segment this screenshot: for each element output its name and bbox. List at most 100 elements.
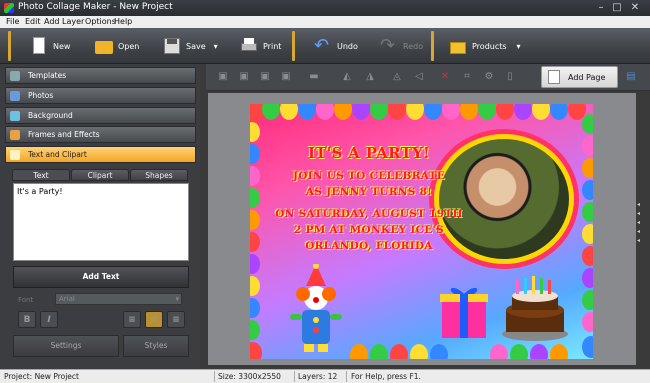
text-input[interactable]: It's a Party! [13,183,189,261]
balloon [582,136,593,156]
status-divider [214,371,215,382]
card-line[interactable]: ORLANDO, FLORIDA [264,240,474,252]
card-title[interactable]: IT'S A PARTY! [264,144,474,162]
clown-clipart[interactable] [286,264,346,354]
font-label: Font [18,296,34,304]
balloon [388,104,406,120]
settings-button[interactable]: Settings [13,335,119,357]
undo-button[interactable]: ↶ Undo [314,32,358,60]
balloon [532,104,550,120]
collage-page[interactable]: IT'S A PARTY! JOIN US TO CELEBRATE AS JE… [250,104,593,359]
tab-clipart[interactable]: Clipart [71,169,129,181]
align-right-button[interactable]: ≡ [167,311,185,328]
balloon [250,276,260,296]
status-divider [346,371,347,382]
balloon [582,158,593,178]
menu-file[interactable]: File [6,17,19,26]
add-text-button[interactable]: Add Text [13,266,189,288]
panel-frames-effects[interactable]: Frames and Effects [5,126,196,143]
add-page-button[interactable]: Add Page [541,66,618,88]
chevron-down-icon: ▾ [175,295,179,303]
balloon [250,254,260,274]
page-settings-icon[interactable]: ▤ [624,70,638,84]
align-center-button[interactable]: ≡ [145,311,163,328]
balloon [250,144,260,164]
maximize-icon[interactable]: □ [610,1,624,14]
align-left-button[interactable]: ≡ [123,311,141,328]
status-layers: Layers: 12 [298,372,338,381]
save-button[interactable]: Save ▾ [163,32,218,60]
status-project: Project: New Project [4,372,79,381]
balloon [582,268,593,288]
templates-icon [10,70,20,81]
panel-templates[interactable]: Templates [5,67,196,84]
balloon [334,104,352,120]
products-dropdown-icon[interactable]: ▾ [517,42,521,51]
save-icon [163,37,181,55]
balloon [406,104,424,120]
menu-layer[interactable]: Layer [62,17,84,26]
balloon [582,312,593,332]
print-button[interactable]: Print [240,32,281,60]
gear-icon[interactable]: ⚙ [482,70,496,84]
align-icon[interactable]: ▬ [307,70,321,84]
send-backward-icon[interactable]: ▣ [258,70,272,84]
italic-button[interactable]: I [40,311,58,328]
status-divider [294,371,295,382]
styles-button[interactable]: Styles [123,335,189,357]
panel-photos[interactable]: Photos [5,87,196,104]
bold-button[interactable]: B [18,311,36,328]
lock-icon[interactable]: ▯ [503,70,517,84]
balloon [350,344,368,359]
balloon [442,104,460,120]
products-button[interactable]: Products ▾ [449,32,521,60]
tab-shapes[interactable]: Shapes [130,169,188,181]
balloon [298,104,316,120]
balloon [250,188,260,208]
redo-button[interactable]: ↷ Redo [380,32,423,60]
card-line[interactable]: 2 PM AT MONKEY ICE'S [264,224,474,236]
menu-edit[interactable]: Edit [25,17,41,26]
delete-icon[interactable]: ✕ [438,70,452,84]
flip-vertical-icon[interactable]: ◮ [363,70,377,84]
font-select[interactable]: Arial ▾ [55,293,182,305]
frames-icon [10,129,20,140]
page-scroll-arrows[interactable]: ◂ ◂ ◂ ◂ ◂ [637,200,645,245]
card-line[interactable]: AS JENNY TURNS 8! [264,186,474,198]
menu-bar: File Edit Add Layer Options Help [0,16,650,28]
open-button[interactable]: Open [95,32,139,60]
undo-icon: ↶ [314,35,330,56]
balloon [582,180,593,200]
crop-icon[interactable]: ⌗ [460,70,474,84]
balloon [550,344,568,359]
panel-text-clipart[interactable]: Text and Clipart [5,146,196,163]
birthday-cake-clipart[interactable] [500,274,570,342]
balloon [410,344,428,359]
bring-front-icon[interactable]: ▣ [216,70,230,84]
text-tabs: Text Clipart Shapes [12,169,189,181]
menu-help[interactable]: Help [114,17,132,26]
send-back-icon[interactable]: ▣ [279,70,293,84]
tab-text[interactable]: Text [12,169,70,181]
balloon [370,344,388,359]
card-line[interactable]: ON SATURDAY, AUGUST 19TH [264,208,474,220]
panel-background[interactable]: Background [5,107,196,124]
balloon [280,104,298,120]
new-file-icon [30,37,48,55]
gift-clipart[interactable] [440,284,488,339]
mirror-icon[interactable]: ◬ [390,70,404,84]
background-icon [10,110,20,121]
menu-options[interactable]: Options [85,17,116,26]
flip-icon[interactable]: ◭ [340,70,354,84]
new-button[interactable]: New [30,32,70,60]
bring-forward-icon[interactable]: ▣ [237,70,251,84]
card-line[interactable]: JOIN US TO CELEBRATE [264,170,474,182]
menu-add[interactable]: Add [44,17,60,26]
save-dropdown-icon[interactable]: ▾ [214,42,218,51]
gift-box-icon [449,37,467,55]
close-icon[interactable]: ✕ [628,1,642,14]
rotate-icon[interactable]: ◁ [412,70,426,84]
balloon [582,336,593,358]
balloon [250,122,260,142]
minimize-icon[interactable]: – [594,1,608,14]
